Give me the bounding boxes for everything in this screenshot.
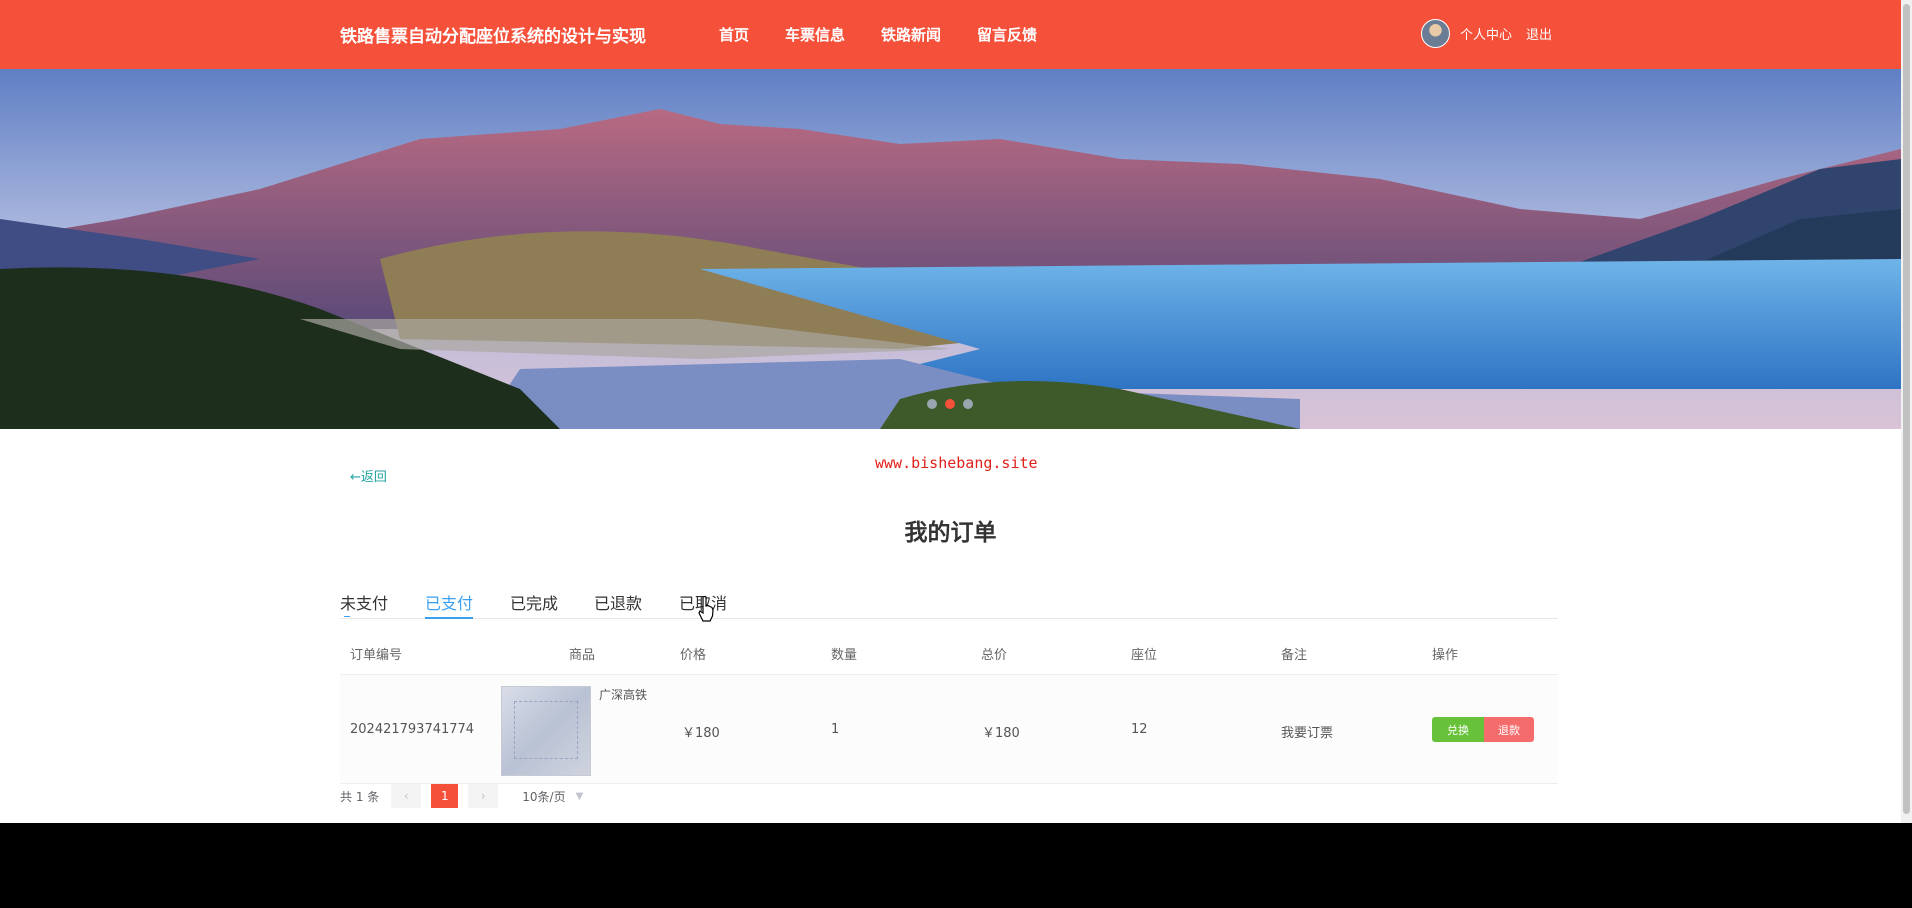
orders-table: 订单编号 商品 价格 数量 总价 座位 备注 操作 20242179374177… [340,630,1558,784]
chevron-down-icon: ▼ [575,790,584,802]
back-link[interactable]: ←返回 [350,466,387,485]
tab-paid[interactable]: 已支付 [425,590,473,614]
pagination-total: 共 1 条 [340,789,380,804]
page-title: 我的订单 [904,520,997,546]
exchange-button[interactable]: 兑换 [1432,717,1484,742]
mouse-pointer-icon [698,596,714,622]
col-quantity: 数量 [831,648,858,663]
col-seat: 座位 [1131,648,1158,663]
quantity: 1 [831,722,840,737]
col-actions: 操作 [1432,648,1459,663]
col-order-no: 订单编号 [350,648,403,663]
prev-page-button[interactable]: ‹ [391,784,422,808]
tab-completed[interactable]: 已完成 [510,590,558,614]
nav-home[interactable]: 首页 [719,24,749,45]
page-viewport: 铁路售票自动分配座位系统的设计与实现 首页 车票信息 铁路新闻 留言反馈 个人中… [0,0,1901,823]
next-page-button[interactable]: › [468,784,499,808]
price: ￥180 [682,726,720,741]
watermark-text: www.bishebang.site [875,454,1038,472]
nav-news[interactable]: 铁路新闻 [881,24,941,45]
page-size-value: 10条/页 [522,789,566,804]
banner-carousel[interactable] [0,69,1901,429]
banner-image [0,69,1901,429]
page-size-select[interactable]: 10条/页 ▼ [522,788,583,805]
nav-feedback[interactable]: 留言反馈 [977,24,1037,45]
main-nav: 首页 车票信息 铁路新闻 留言反馈 [719,24,1073,45]
site-brand[interactable]: 铁路售票自动分配座位系统的设计与实现 [340,22,646,47]
nav-tickets[interactable]: 车票信息 [785,24,845,45]
user-center-link[interactable]: 个人中心 [1460,24,1512,43]
product-name[interactable]: 广深高铁 [599,686,647,703]
note: 我要订票 [1281,726,1334,741]
active-tab-underline [425,617,473,619]
pagination: 共 1 条 ‹ 1 › 10条/页 ▼ [340,784,583,808]
carousel-dots [927,399,973,409]
col-price: 价格 [680,648,707,663]
avatar[interactable] [1421,19,1450,48]
col-note: 备注 [1281,648,1308,663]
tab-unpaid[interactable]: 未支付 [340,590,388,614]
carousel-dot[interactable] [927,399,937,409]
order-status-tabs: 未支付 已支付 已完成 已退款 已取消 [340,590,1558,619]
logout-link[interactable]: 退出 [1526,24,1552,43]
tab-refunded[interactable]: 已退款 [594,590,642,614]
col-product: 商品 [569,648,596,663]
order-no: 202421793741774 [350,722,475,737]
col-total: 总价 [981,648,1008,663]
total-price: ￥180 [982,726,1020,741]
seat: 12 [1131,722,1148,737]
carousel-dot[interactable] [963,399,973,409]
vertical-scrollbar[interactable] [1901,0,1912,823]
refund-button[interactable]: 退款 [1484,717,1534,742]
tab-indicator-mark [344,616,350,617]
carousel-dot-active[interactable] [945,399,955,409]
table-header: 订单编号 商品 价格 数量 总价 座位 备注 操作 [340,630,1558,675]
scrollbar-thumb[interactable] [1903,4,1910,814]
table-row: 202421793741774 广深高铁 ￥180 1 ￥180 12 我要订票… [340,675,1558,784]
user-area: 个人中心 退出 [1421,19,1552,48]
top-header: 铁路售票自动分配座位系统的设计与实现 首页 车票信息 铁路新闻 留言反馈 个人中… [0,0,1901,69]
page-number-current[interactable]: 1 [431,784,459,808]
product-thumbnail[interactable] [501,686,591,776]
